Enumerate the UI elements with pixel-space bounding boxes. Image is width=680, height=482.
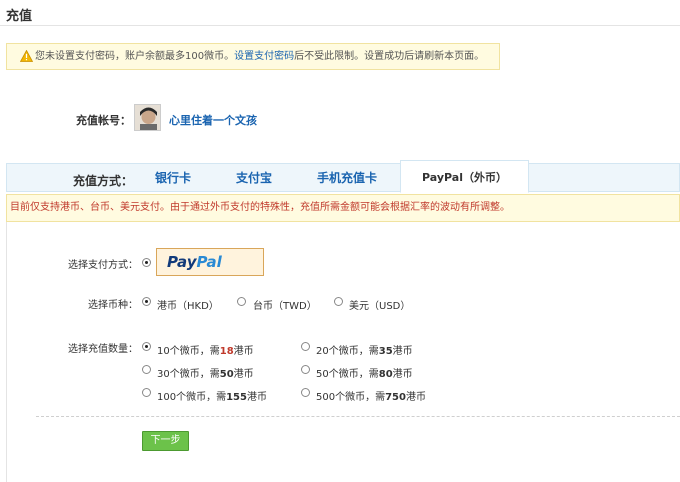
amount-radio-50[interactable] <box>301 365 310 374</box>
avatar[interactable] <box>134 104 161 131</box>
warning-icon <box>20 50 33 62</box>
next-step-button[interactable]: 下一步 <box>142 431 189 451</box>
payment-password-warning: 您未设置支付密码，账户余额最多100微币。设置支付密码后不受此限制。设置成功后请… <box>6 43 500 70</box>
page-title: 充值 <box>6 9 33 24</box>
recharge-method-tabs: 充值方式： 银行卡 支付宝 手机充值卡 PayPal（外币） <box>6 160 680 193</box>
currency-option-hkd[interactable]: 港币（HKD） <box>157 297 219 312</box>
amount-option-10[interactable]: 10个微币，需18港币 <box>157 342 254 357</box>
tab-bank-card[interactable]: 银行卡 <box>155 169 191 186</box>
title-divider <box>0 25 680 26</box>
set-payment-password-link[interactable]: 设置支付密码 <box>234 51 294 62</box>
amount-radio-10[interactable] <box>142 342 151 351</box>
amount-option-500[interactable]: 500个微币，需750港币 <box>316 388 426 403</box>
amount-radio-500[interactable] <box>301 388 310 397</box>
payment-radio-paypal[interactable] <box>142 258 151 267</box>
account-username[interactable]: 心里住着一个文孩 <box>169 112 257 128</box>
warning-text-after: 后不受此限制。设置成功后请刷新本页面。 <box>294 51 485 62</box>
currency-option-usd[interactable]: 美元（USD） <box>349 297 410 312</box>
paypal-logo: PayPal <box>167 253 222 271</box>
amount-option-50[interactable]: 50个微币，需80港币 <box>316 365 413 380</box>
amount-radio-100[interactable] <box>142 388 151 397</box>
amount-option-30[interactable]: 30个微币，需50港币 <box>157 365 254 380</box>
currency-radio-hkd[interactable] <box>142 297 151 306</box>
tab-paypal[interactable]: PayPal（外币） <box>400 160 529 193</box>
amount-radio-30[interactable] <box>142 365 151 374</box>
currency-option-twd[interactable]: 台币（TWD） <box>253 297 317 312</box>
amount-option-100[interactable]: 100个微币，需155港币 <box>157 388 267 403</box>
tab-mobile-card[interactable]: 手机充值卡 <box>317 169 377 186</box>
avatar-image <box>135 105 160 130</box>
amount-option-20[interactable]: 20个微币，需35港币 <box>316 342 413 357</box>
paypal-option[interactable]: PayPal <box>156 248 264 276</box>
currency-radio-twd[interactable] <box>237 297 246 306</box>
payment-method-label: 选择支付方式： <box>68 260 138 271</box>
amount-radio-20[interactable] <box>301 342 310 351</box>
form-divider <box>36 416 680 417</box>
currency-notice: 目前仅支持港币、台币、美元支付。由于通过外币支付的特殊性，充值所需金额可能会根据… <box>6 194 680 222</box>
currency-radio-usd[interactable] <box>334 297 343 306</box>
amount-label: 选择充值数量： <box>68 344 138 355</box>
tab-alipay[interactable]: 支付宝 <box>236 169 272 186</box>
account-label: 充值帐号： <box>76 114 131 127</box>
recharge-method-label: 充值方式： <box>73 174 134 188</box>
currency-label: 选择币种： <box>88 300 138 311</box>
warning-text-before: 您未设置支付密码，账户余额最多100微币。 <box>35 51 235 62</box>
